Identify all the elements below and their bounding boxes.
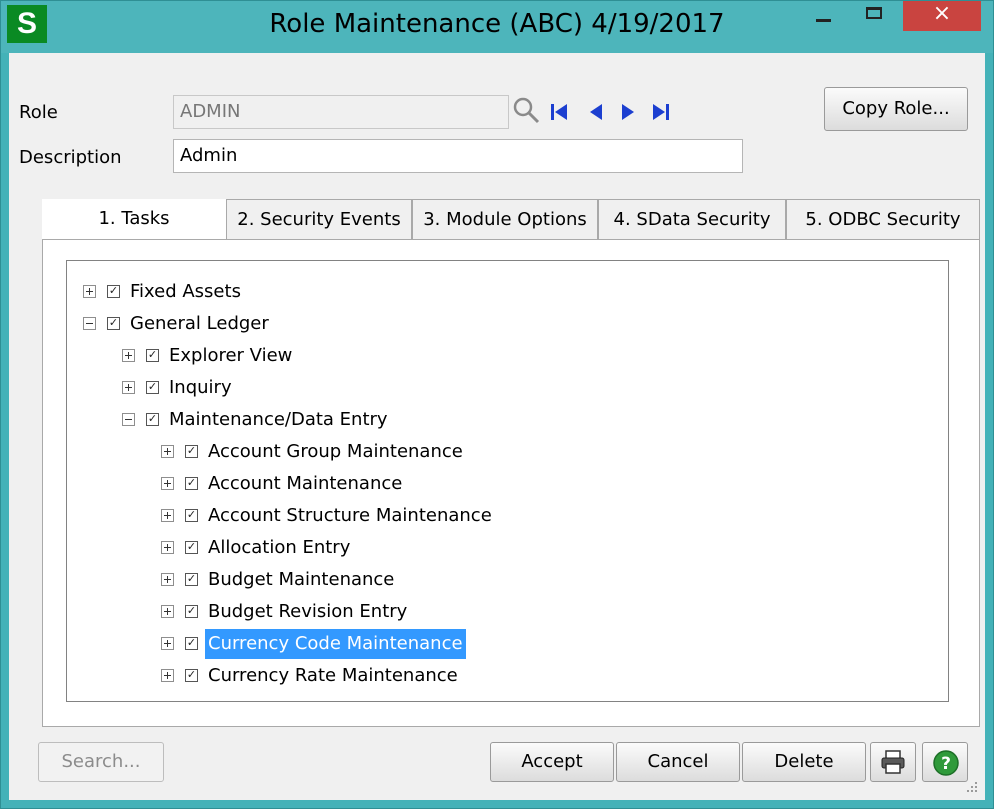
- tree-item-general-ledger[interactable]: ✓ General Ledger: [67, 309, 948, 339]
- magnifier-icon[interactable]: [512, 96, 540, 124]
- tab-odbc-security[interactable]: 5. ODBC Security: [786, 199, 980, 239]
- tree-item-currency-rate-maintenance[interactable]: ✓ Currency Rate Maintenance: [67, 661, 948, 691]
- title-bar[interactable]: S Role Maintenance (ABC) 4/19/2017 ×: [1, 1, 993, 53]
- description-label: Description: [19, 147, 122, 168]
- printer-icon: [881, 750, 905, 774]
- tab-tasks[interactable]: 1. Tasks: [42, 199, 226, 239]
- tree-item-budget-revision-entry[interactable]: ✓ Budget Revision Entry: [67, 597, 948, 627]
- tree-item-label: Maintenance/Data Entry: [169, 409, 388, 430]
- tab-security-events[interactable]: 2. Security Events: [226, 199, 412, 239]
- role-label: Role: [19, 102, 58, 123]
- copy-role-button[interactable]: Copy Role...: [824, 87, 968, 131]
- checkbox-checked-icon[interactable]: ✓: [107, 317, 120, 330]
- tree-item-label: Budget Maintenance: [208, 569, 395, 590]
- tree-item-label: Inquiry: [169, 377, 232, 398]
- role-maintenance-window: S Role Maintenance (ABC) 4/19/2017 × Rol…: [0, 0, 994, 809]
- collapse-icon[interactable]: [83, 317, 96, 330]
- tree-item-label: Account Maintenance: [208, 473, 403, 494]
- cancel-button[interactable]: Cancel: [616, 742, 740, 782]
- tab-sdata-security[interactable]: 4. SData Security: [598, 199, 786, 239]
- search-button[interactable]: Search...: [38, 742, 164, 782]
- expand-icon[interactable]: [161, 541, 174, 554]
- tree-item-account-maintenance[interactable]: ✓ Account Maintenance: [67, 469, 948, 499]
- checkbox-checked-icon[interactable]: ✓: [185, 637, 198, 650]
- checkbox-checked-icon[interactable]: ✓: [185, 541, 198, 554]
- checkbox-checked-icon[interactable]: ✓: [185, 669, 198, 682]
- tree-item-label: Fixed Assets: [130, 281, 241, 302]
- tree-item-currency-code-maintenance[interactable]: ✓ Currency Code Maintenance: [67, 629, 948, 659]
- tree-item-account-structure-maintenance[interactable]: ✓ Account Structure Maintenance: [67, 501, 948, 531]
- checkbox-checked-icon[interactable]: ✓: [146, 413, 159, 426]
- expand-icon[interactable]: [161, 445, 174, 458]
- expand-icon[interactable]: [161, 477, 174, 490]
- accept-button[interactable]: Accept: [490, 742, 614, 782]
- resize-grip-icon[interactable]: [965, 780, 979, 794]
- expand-icon[interactable]: [161, 669, 174, 682]
- tree-item-budget-maintenance[interactable]: ✓ Budget Maintenance: [67, 565, 948, 595]
- tree-item-allocation-entry[interactable]: ✓ Allocation Entry: [67, 533, 948, 563]
- checkbox-checked-icon[interactable]: ✓: [185, 509, 198, 522]
- description-field[interactable]: Admin: [173, 139, 743, 173]
- minimize-icon: [816, 19, 831, 22]
- tree-item-label: Currency Rate Maintenance: [208, 665, 458, 686]
- tree-item-label: Account Group Maintenance: [208, 441, 463, 462]
- tree-item-label: General Ledger: [130, 313, 269, 334]
- next-record-icon[interactable]: [615, 99, 641, 125]
- role-field[interactable]: ADMIN: [173, 95, 509, 129]
- dialog-client-area: Role ADMIN Copy Role... Description Admi…: [9, 53, 985, 800]
- tree-item-label: Account Structure Maintenance: [208, 505, 492, 526]
- expand-icon[interactable]: [83, 285, 96, 298]
- tree-item-inquiry[interactable]: ✓ Inquiry: [67, 373, 948, 403]
- tasks-tree[interactable]: ✓ Fixed Assets ✓ General Ledger ✓ Explor…: [66, 260, 949, 702]
- tree-item-account-group-maintenance[interactable]: ✓ Account Group Maintenance: [67, 437, 948, 467]
- minimize-button[interactable]: [801, 1, 845, 31]
- help-button[interactable]: ?: [922, 742, 968, 782]
- expand-icon[interactable]: [122, 381, 135, 394]
- checkbox-checked-icon[interactable]: ✓: [107, 285, 120, 298]
- delete-button[interactable]: Delete: [742, 742, 866, 782]
- close-button[interactable]: ×: [903, 1, 981, 31]
- expand-icon[interactable]: [161, 573, 174, 586]
- checkbox-checked-icon[interactable]: ✓: [146, 381, 159, 394]
- tree-item-label: Allocation Entry: [208, 537, 351, 558]
- help-icon: ?: [933, 750, 959, 776]
- tree-item-maintenance-data-entry[interactable]: ✓ Maintenance/Data Entry: [67, 405, 948, 435]
- expand-icon[interactable]: [161, 605, 174, 618]
- previous-record-icon[interactable]: [583, 99, 609, 125]
- checkbox-checked-icon[interactable]: ✓: [185, 573, 198, 586]
- tree-item-explorer-view[interactable]: ✓ Explorer View: [67, 341, 948, 371]
- tree-item-label-selected: Currency Code Maintenance: [205, 629, 466, 659]
- checkbox-checked-icon[interactable]: ✓: [146, 349, 159, 362]
- maximize-button[interactable]: [851, 1, 895, 31]
- last-record-icon[interactable]: [647, 99, 673, 125]
- tree-item-label: Budget Revision Entry: [208, 601, 408, 622]
- expand-icon[interactable]: [161, 509, 174, 522]
- checkbox-checked-icon[interactable]: ✓: [185, 477, 198, 490]
- collapse-icon[interactable]: [122, 413, 135, 426]
- tree-item-label: Explorer View: [169, 345, 293, 366]
- checkbox-checked-icon[interactable]: ✓: [185, 445, 198, 458]
- close-icon: ×: [932, 1, 952, 26]
- svg-text:?: ?: [941, 754, 951, 774]
- print-button[interactable]: [870, 742, 916, 782]
- maximize-icon: [866, 7, 882, 19]
- expand-icon[interactable]: [122, 349, 135, 362]
- tree-item-fixed-assets[interactable]: ✓ Fixed Assets: [67, 277, 948, 307]
- tab-module-options[interactable]: 3. Module Options: [412, 199, 598, 239]
- first-record-icon[interactable]: [547, 99, 573, 125]
- checkbox-checked-icon[interactable]: ✓: [185, 605, 198, 618]
- expand-icon[interactable]: [161, 637, 174, 650]
